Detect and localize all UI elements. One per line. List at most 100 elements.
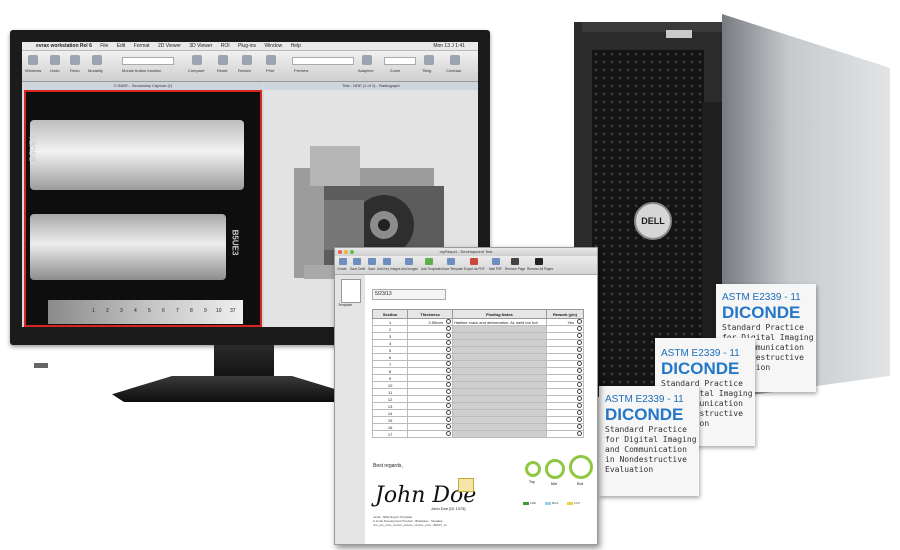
thickness-cell[interactable] xyxy=(407,367,453,375)
menu-2d-viewer[interactable]: 2D Viewer xyxy=(158,43,181,49)
rework-cell[interactable] xyxy=(545,388,585,396)
report-window[interactable]: myReport - Development Test Create Save … xyxy=(334,247,598,545)
rework-cell[interactable] xyxy=(545,339,585,347)
thickness-cell[interactable] xyxy=(407,409,453,417)
zoom-slider[interactable] xyxy=(384,57,416,65)
rework-radio[interactable] xyxy=(577,319,582,324)
minimize-window-icon[interactable] xyxy=(344,250,348,254)
thickness-cell[interactable] xyxy=(407,430,453,438)
rework-cell[interactable] xyxy=(545,374,585,382)
thickness-radio[interactable] xyxy=(445,389,451,394)
notes-cell[interactable] xyxy=(451,353,547,361)
thickness-radio[interactable] xyxy=(445,347,451,352)
menu-help[interactable]: Help xyxy=(291,43,301,49)
notes-cell[interactable] xyxy=(451,423,547,431)
rework-radio[interactable] xyxy=(577,431,582,436)
remove-page-icon[interactable] xyxy=(511,258,519,265)
rework-radio[interactable] xyxy=(577,389,582,394)
thickness-cell[interactable] xyxy=(407,388,453,396)
rework-radio[interactable] xyxy=(577,347,582,352)
thickness-cell[interactable] xyxy=(407,374,453,382)
notes-cell[interactable] xyxy=(451,346,547,354)
thickness-radio[interactable] xyxy=(445,340,451,345)
rework-radio[interactable] xyxy=(577,354,582,359)
reset-button[interactable] xyxy=(218,55,228,65)
thickness-cell[interactable] xyxy=(407,423,453,431)
page-thumbnail[interactable] xyxy=(341,279,361,303)
thickness-cell[interactable] xyxy=(407,402,453,410)
left-image-viewport[interactable]: B5UE1 B5UE3 1 2 3 4 5 6 7 8 9 10 37 xyxy=(24,90,262,327)
thickness-radio[interactable] xyxy=(445,375,451,380)
close-window-icon[interactable] xyxy=(338,250,342,254)
notes-cell[interactable] xyxy=(451,374,547,382)
thickness-cell[interactable] xyxy=(407,360,453,368)
menu-3d-viewer[interactable]: 3D Viewer xyxy=(189,43,212,49)
create-icon[interactable] xyxy=(339,258,347,265)
rework-cell[interactable] xyxy=(545,416,585,424)
rework-cell[interactable] xyxy=(545,402,585,410)
thickness-radio[interactable] xyxy=(445,424,451,429)
notes-cell[interactable] xyxy=(451,360,547,368)
rework-radio[interactable] xyxy=(577,326,582,331)
tiling-button[interactable] xyxy=(424,55,434,65)
thickness-radio[interactable] xyxy=(445,410,451,415)
thickness-radio[interactable] xyxy=(445,368,451,373)
notes-cell[interactable] xyxy=(451,325,547,333)
add-templates-icon[interactable] xyxy=(425,258,433,265)
windows-button[interactable] xyxy=(28,55,38,65)
thickness-radio[interactable] xyxy=(445,396,451,401)
rework-radio[interactable] xyxy=(577,375,582,380)
rework-cell[interactable] xyxy=(545,353,585,361)
thickness-cell[interactable] xyxy=(407,339,453,347)
menu-app-name[interactable]: evrax workstation Rel 6 xyxy=(36,43,92,49)
redo-button[interactable] xyxy=(70,55,80,65)
thickness-radio[interactable] xyxy=(445,326,451,331)
contrast-button[interactable] xyxy=(450,55,460,65)
rework-radio[interactable] xyxy=(577,361,582,366)
reslice-button[interactable] xyxy=(242,55,252,65)
mouse-function-dropdown[interactable] xyxy=(122,57,174,65)
rework-radio[interactable] xyxy=(577,403,582,408)
rework-cell[interactable] xyxy=(545,430,585,438)
rework-cell[interactable] xyxy=(545,381,585,389)
rework-cell[interactable] xyxy=(545,423,585,431)
thickness-cell[interactable] xyxy=(407,353,453,361)
menu-plugins[interactable]: Plug-ins xyxy=(238,43,256,49)
thickness-radio[interactable] xyxy=(445,333,451,338)
thickness-cell[interactable] xyxy=(407,381,453,389)
remove-all-pages-icon[interactable] xyxy=(535,258,543,265)
thickness-cell[interactable] xyxy=(407,325,453,333)
notes-cell[interactable]: Hairline crack and deformation. AL weld … xyxy=(451,318,547,326)
mail-pdf-icon[interactable] xyxy=(492,258,500,265)
rework-cell[interactable] xyxy=(545,367,585,375)
thickness-radio[interactable] xyxy=(445,319,451,324)
report-date-field[interactable]: 5/23/13 xyxy=(372,289,446,300)
notes-cell[interactable] xyxy=(451,402,547,410)
modality-button[interactable] xyxy=(92,55,102,65)
rework-radio[interactable] xyxy=(577,417,582,422)
print-button[interactable] xyxy=(266,55,276,65)
rework-radio[interactable] xyxy=(577,396,582,401)
thickness-cell[interactable] xyxy=(407,332,453,340)
preset-dropdown[interactable] xyxy=(292,57,354,65)
thickness-radio[interactable] xyxy=(445,361,451,366)
notes-cell[interactable] xyxy=(451,388,547,396)
menu-window[interactable]: Window xyxy=(264,43,282,49)
notes-cell[interactable] xyxy=(451,416,547,424)
save-icon[interactable] xyxy=(368,258,376,265)
rework-cell[interactable]: Yes xyxy=(545,318,585,326)
thickness-cell[interactable] xyxy=(407,395,453,403)
thickness-cell[interactable] xyxy=(407,346,453,354)
export-pdf-icon[interactable] xyxy=(470,258,478,265)
undo-button[interactable] xyxy=(50,55,60,65)
thickness-radio[interactable] xyxy=(445,403,451,408)
rework-cell[interactable] xyxy=(545,360,585,368)
thickness-radio[interactable] xyxy=(445,354,451,359)
thickness-radio[interactable] xyxy=(445,417,451,422)
thickness-cell[interactable] xyxy=(407,416,453,424)
thickness-cell[interactable]: 2.50mm xyxy=(407,318,453,326)
thickness-radio[interactable] xyxy=(445,431,451,436)
notes-cell[interactable] xyxy=(451,339,547,347)
rework-cell[interactable] xyxy=(545,346,585,354)
add-key-images-icon[interactable] xyxy=(383,258,391,265)
